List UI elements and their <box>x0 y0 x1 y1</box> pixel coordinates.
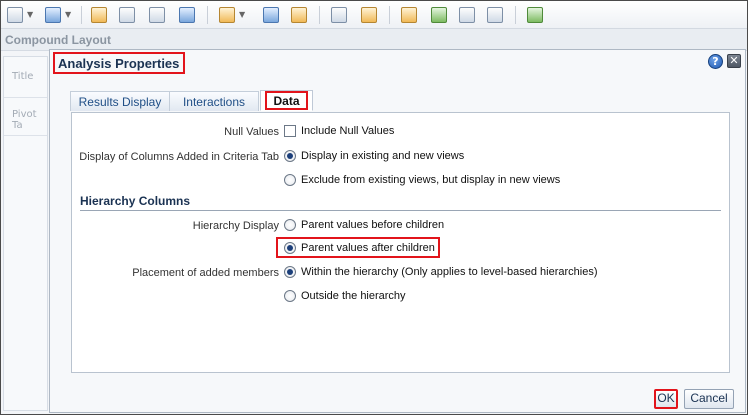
chevron-down-icon[interactable]: ▼ <box>65 10 71 19</box>
compound-item-pivot[interactable]: Pivot Ta <box>12 109 47 131</box>
compound-layout-panel: Title Pivot Ta <box>3 56 48 411</box>
outside-hierarchy-radio[interactable] <box>284 290 296 302</box>
chevron-down-icon[interactable]: ▼ <box>239 10 245 19</box>
tab-data[interactable]: Data <box>260 90 313 111</box>
null-values-label: Null Values <box>224 126 279 138</box>
divider <box>4 97 47 98</box>
main-toolbar: ▼ ▼ ▼ <box>1 1 747 29</box>
tab-data-label: Data <box>265 91 308 110</box>
display-existing-new-radio[interactable] <box>284 150 296 162</box>
xml-icon[interactable] <box>331 7 347 23</box>
section-divider <box>80 210 721 211</box>
data-tab-panel: Null Values Include Null Values Display … <box>71 112 730 373</box>
tab-results-display[interactable]: Results Display <box>70 91 170 111</box>
refresh-icon[interactable] <box>179 7 195 23</box>
edit-formula-icon[interactable] <box>361 7 377 23</box>
chevron-down-icon[interactable]: ▼ <box>27 10 33 19</box>
parent-before-children-label: Parent values before children <box>301 219 445 231</box>
layout-icon[interactable] <box>7 7 23 23</box>
toolbar-separator <box>81 6 82 24</box>
toolbar-separator <box>515 6 516 24</box>
print-icon[interactable] <box>149 7 165 23</box>
within-hierarchy-label: Within the hierarchy (Only applies to le… <box>301 266 598 278</box>
compound-layout-title: Compound Layout <box>5 33 111 47</box>
display-existing-new-label: Display in existing and new views <box>301 150 465 162</box>
filter-icon[interactable] <box>459 7 475 23</box>
hierarchy-display-label: Hierarchy Display <box>192 220 279 232</box>
analysis-properties-dialog: Analysis Properties ? ✕ Results Display … <box>49 49 746 413</box>
preview-icon[interactable] <box>119 7 135 23</box>
settings-icon[interactable] <box>291 7 307 23</box>
help-icon[interactable]: ? <box>708 54 723 69</box>
exclude-existing-radio[interactable] <box>284 174 296 186</box>
include-null-values-label: Include Null Values <box>301 125 395 137</box>
export-icon[interactable] <box>45 7 61 23</box>
parent-after-children-radio[interactable] <box>284 242 296 254</box>
outside-hierarchy-label: Outside the hierarchy <box>301 290 406 302</box>
ok-button[interactable]: OK <box>654 389 678 409</box>
include-null-values-checkbox[interactable] <box>284 125 296 137</box>
toolbar-separator <box>319 6 320 24</box>
hierarchy-columns-heading: Hierarchy Columns <box>80 194 191 208</box>
check-icon[interactable] <box>431 7 447 23</box>
exclude-existing-label: Exclude from existing views, but display… <box>301 174 561 186</box>
close-icon[interactable]: ✕ <box>727 54 741 68</box>
sort-icon[interactable] <box>527 7 543 23</box>
divider <box>4 135 47 136</box>
compound-item-title[interactable]: Title <box>12 71 33 82</box>
new-view-icon[interactable] <box>219 7 235 23</box>
properties-icon[interactable] <box>263 7 279 23</box>
parent-after-children-label: Parent values after children <box>301 242 435 254</box>
toolbar-separator <box>207 6 208 24</box>
tab-interactions[interactable]: Interactions <box>169 91 259 111</box>
schedule-icon[interactable] <box>91 7 107 23</box>
dialog-title: Analysis Properties <box>53 52 186 74</box>
parent-before-children-radio[interactable] <box>284 219 296 231</box>
display-columns-label: Display of Columns Added in Criteria Tab <box>79 151 279 163</box>
within-hierarchy-radio[interactable] <box>284 266 296 278</box>
placement-label: Placement of added members <box>132 267 279 279</box>
insert-icon[interactable] <box>401 7 417 23</box>
columns-icon[interactable] <box>487 7 503 23</box>
toolbar-separator <box>389 6 390 24</box>
cancel-button[interactable]: Cancel <box>684 389 734 409</box>
compound-layout-bar: Compound Layout <box>1 29 747 51</box>
